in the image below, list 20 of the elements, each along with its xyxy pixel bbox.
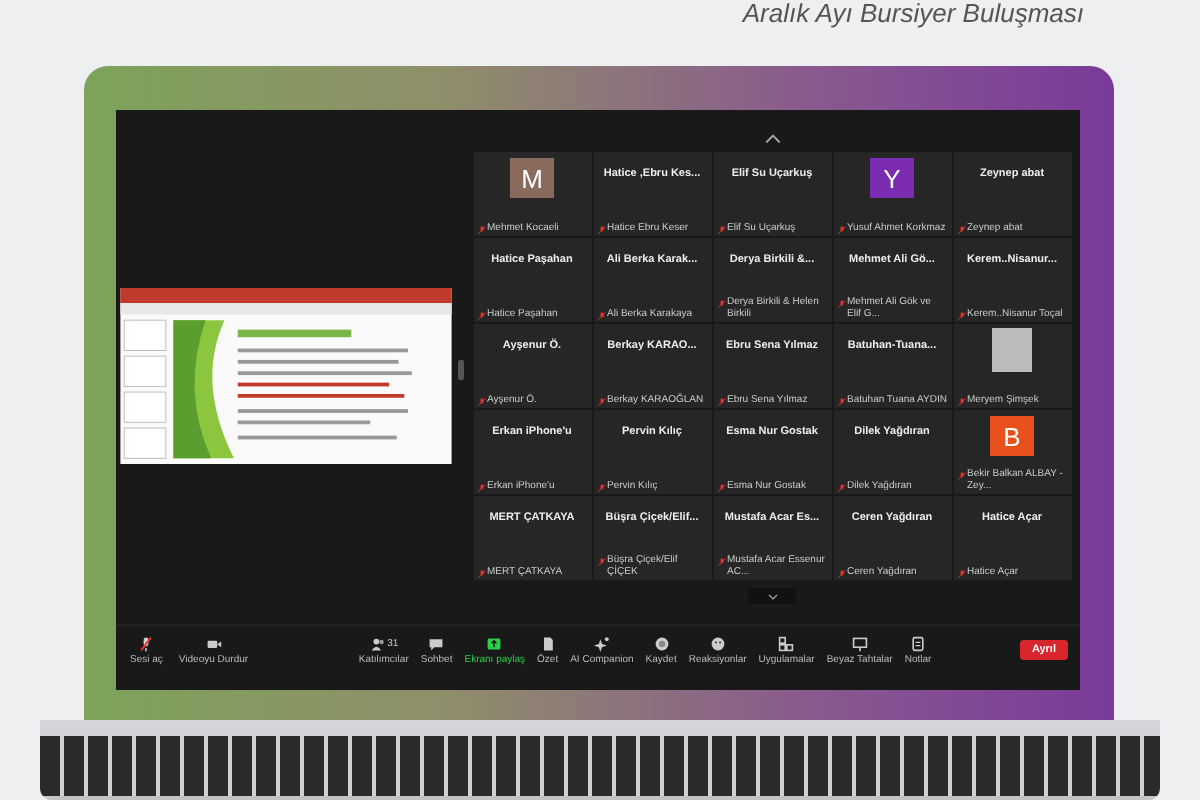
- sparkle-icon: [593, 635, 610, 651]
- caption: Aralık Ayı Bursiyer Buluşması: [742, 0, 1084, 28]
- smiley-icon: [709, 635, 726, 651]
- page-up-icon[interactable]: [763, 134, 781, 144]
- document-icon: [539, 635, 556, 651]
- record-icon: [653, 635, 670, 651]
- share-screen-icon: [486, 635, 503, 651]
- page-down-button[interactable]: [748, 588, 796, 604]
- apps-icon: [778, 635, 795, 651]
- avatar-initial: M: [510, 158, 554, 198]
- whiteboard-icon: [851, 635, 868, 651]
- avatar-initial: B: [990, 416, 1034, 456]
- resize-handle[interactable]: [458, 359, 464, 379]
- notes-icon: [910, 635, 926, 651]
- video-camera-icon: [205, 635, 222, 651]
- avatar-initial: Y: [870, 158, 914, 198]
- people-icon: [369, 635, 386, 651]
- chevron-down-icon: [767, 593, 777, 599]
- chat-bubble-icon: [428, 635, 445, 651]
- photo-placeholder: [992, 328, 1032, 372]
